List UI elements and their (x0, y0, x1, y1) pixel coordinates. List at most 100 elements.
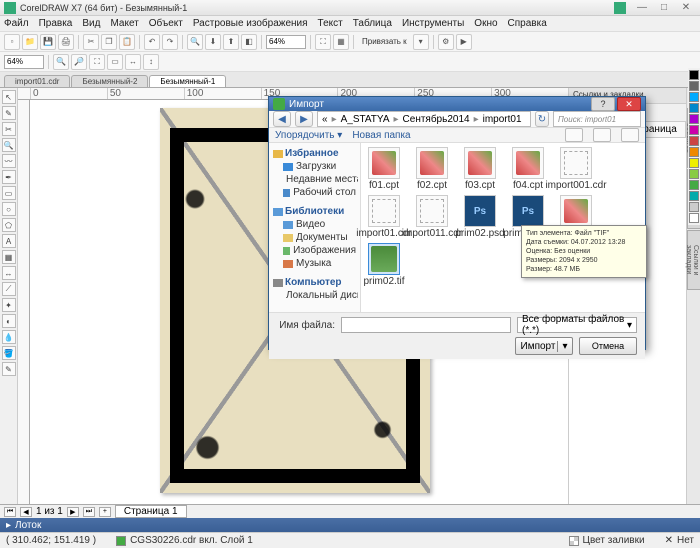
nav-item[interactable]: Изображения (271, 244, 358, 257)
doc-tab[interactable]: Безымянный-1 (149, 75, 226, 87)
artistic-tool[interactable]: ✒ (2, 170, 16, 184)
crop-tool[interactable]: ✂ (2, 122, 16, 136)
maximize-button[interactable]: □ (654, 2, 674, 14)
zoom-out-icon[interactable]: 🔎 (71, 54, 87, 70)
back-button[interactable]: ◀ (273, 111, 291, 127)
options-button[interactable]: ⚙ (438, 34, 454, 50)
copy-button[interactable]: ❐ (101, 34, 117, 50)
polygon-tool[interactable]: ⬠ (2, 218, 16, 232)
swatch[interactable] (689, 136, 699, 146)
paste-button[interactable]: 📋 (119, 34, 135, 50)
filter-combo[interactable]: Все форматы файлов (*.*)▾ (517, 317, 637, 333)
snap-dropdown[interactable]: ▾ (413, 34, 429, 50)
eyedropper-tool[interactable]: 💧 (2, 330, 16, 344)
menu-Правка[interactable]: Правка (39, 18, 73, 29)
swatch[interactable] (689, 103, 699, 113)
prev-page-button[interactable]: ◀ (20, 507, 32, 517)
transparency-tool[interactable]: ◐ (2, 314, 16, 328)
connector-tool[interactable]: ⟋ (2, 282, 16, 296)
rectangle-tool[interactable]: ▭ (2, 186, 16, 200)
arrange-button[interactable]: Упорядочить ▾ (275, 130, 342, 141)
freehand-tool[interactable]: 〰 (2, 154, 16, 168)
view-button[interactable] (565, 128, 583, 142)
add-page-button[interactable]: + (99, 507, 111, 517)
undo-button[interactable]: ↶ (144, 34, 160, 50)
zoom-in-icon[interactable]: 🔍 (53, 54, 69, 70)
file-item[interactable]: import01.cdr (365, 195, 403, 239)
swatch[interactable] (689, 191, 699, 201)
search-button[interactable]: 🔍 (187, 34, 203, 50)
swatch[interactable] (689, 169, 699, 179)
menu-Таблица[interactable]: Таблица (353, 18, 392, 29)
save-button[interactable]: 💾 (40, 34, 56, 50)
crumb-seg[interactable]: import01 (483, 114, 522, 125)
nav-item[interactable]: Музыка (271, 257, 358, 270)
publish-button[interactable]: ◧ (241, 34, 257, 50)
grid-button[interactable]: ▦ (333, 34, 349, 50)
doc-tab[interactable]: import01.cdr (4, 75, 70, 87)
pick-tool[interactable]: ↖ (2, 90, 16, 104)
snap-label[interactable]: Привязать к (358, 37, 411, 46)
dialog-titlebar[interactable]: Импорт ? ✕ (269, 97, 645, 111)
file-item[interactable]: import011.cdr (413, 195, 451, 239)
nav-item[interactable]: Локальный диск (271, 289, 358, 302)
close-button[interactable]: ✕ (676, 2, 696, 14)
tray-bar[interactable]: ▸Лоток (0, 518, 700, 532)
fullscreen-button[interactable]: ⛶ (315, 34, 331, 50)
menu-Вид[interactable]: Вид (82, 18, 100, 29)
dialog-help-button[interactable]: ? (591, 97, 615, 111)
swatch[interactable] (689, 92, 699, 102)
nav-item[interactable]: Загрузки (271, 160, 358, 173)
open-button[interactable]: 📁 (22, 34, 38, 50)
fill-indicator[interactable]: Цвет заливки (569, 535, 645, 546)
swatch[interactable] (689, 158, 699, 168)
file-item[interactable]: import001.cdr (557, 147, 595, 191)
file-item[interactable]: f03.cpt (461, 147, 499, 191)
crumb-seg[interactable]: « (322, 114, 328, 125)
import-button[interactable]: ⬇ (205, 34, 221, 50)
file-item[interactable]: Psprim02.psd (461, 195, 499, 239)
shape-tool[interactable]: ✎ (2, 106, 16, 120)
menu-Растровые изображения[interactable]: Растровые изображения (193, 18, 308, 29)
zoom-combo[interactable]: 64% (266, 35, 306, 49)
menu-Инструменты[interactable]: Инструменты (402, 18, 464, 29)
first-page-button[interactable]: ⏮ (4, 507, 16, 517)
swatch[interactable] (689, 70, 699, 80)
docker-tab[interactable]: Ссылки и закладки (687, 230, 700, 290)
nav-item[interactable]: Видео (271, 218, 358, 231)
refresh-button[interactable]: ↻ (535, 111, 549, 127)
export-button[interactable]: ⬆ (223, 34, 239, 50)
file-item[interactable]: f02.cpt (413, 147, 451, 191)
last-page-button[interactable]: ⏭ (83, 507, 95, 517)
newfolder-button[interactable]: Новая папка (352, 130, 410, 141)
menu-Объект[interactable]: Объект (149, 18, 183, 29)
menu-Текст[interactable]: Текст (318, 18, 343, 29)
menu-Окно[interactable]: Окно (474, 18, 497, 29)
swatch[interactable] (689, 114, 699, 124)
outline-indicator[interactable]: ✕Нет (665, 535, 694, 546)
swatch[interactable] (689, 147, 699, 157)
dimension-tool[interactable]: ↔ (2, 266, 16, 280)
nav-group[interactable]: Избранное (271, 147, 358, 160)
zoom-tool[interactable]: 🔍 (2, 138, 16, 152)
nav-item[interactable]: Рабочий стол (271, 186, 358, 199)
ellipse-tool[interactable]: ○ (2, 202, 16, 216)
text-tool[interactable]: A (2, 234, 16, 248)
menu-Файл[interactable]: Файл (4, 18, 29, 29)
view-options-button[interactable] (593, 128, 611, 142)
minimize-button[interactable]: — (632, 2, 652, 14)
zoom-page-icon[interactable]: ▭ (107, 54, 123, 70)
crumb-seg[interactable]: A_STATYA (341, 114, 390, 125)
effects-tool[interactable]: ✦ (2, 298, 16, 312)
nav-item[interactable]: Недавние места (271, 173, 358, 186)
fill-tool[interactable]: 🪣 (2, 346, 16, 360)
file-item[interactable]: f04.cpt (509, 147, 547, 191)
forward-button[interactable]: ▶ (295, 111, 313, 127)
redo-button[interactable]: ↷ (162, 34, 178, 50)
nav-group[interactable]: Библиотеки (271, 205, 358, 218)
menu-Макет[interactable]: Макет (110, 18, 138, 29)
file-item[interactable]: prim02.tif (365, 243, 403, 287)
menu-Справка[interactable]: Справка (508, 18, 547, 29)
search-input[interactable]: Поиск: import01 (553, 111, 641, 127)
launch-button[interactable]: ▶ (456, 34, 472, 50)
